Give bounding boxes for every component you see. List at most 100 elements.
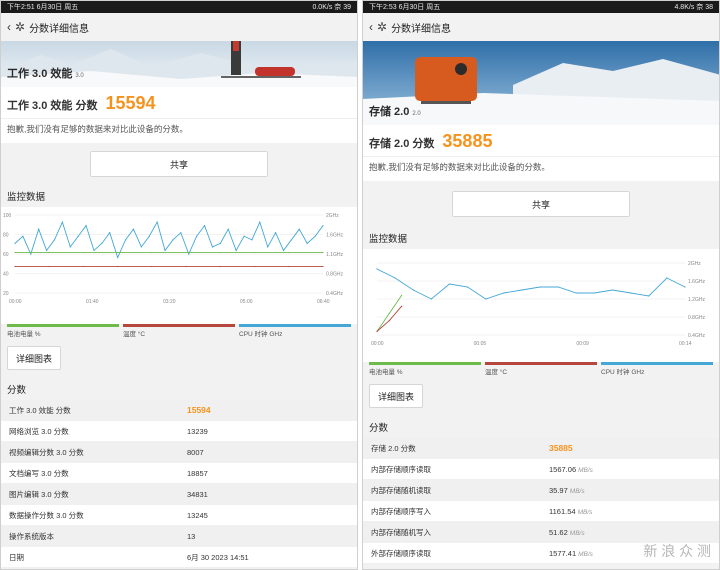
table-row: 内部存储随机读取 35.97 MB/s [363,480,719,501]
page-title: 分数详细信息 [391,23,452,35]
data-point [394,277,396,279]
data-point [22,235,24,237]
y-right-tick-label: 1.6GHz [688,279,705,285]
data-point [630,292,632,294]
detail-chart-button[interactable]: 详细图表 [369,384,423,408]
data-point [485,298,487,300]
table-row: 操作系统版本 13 [1,526,357,547]
monitor-chart-svg: 100 80 60 40 20 2GHz 1.6GHz 1.1GHz 0.8GHz 0.4GHz 0… [3,213,343,305]
data-point [322,265,324,268]
data-point [376,268,378,270]
data-point [322,225,324,227]
data-point [82,265,85,268]
monitor-title: 监控数据 [369,234,408,245]
data-point [521,289,523,291]
y-right-tick-label: 2GHz [688,261,701,267]
data-point [185,251,187,254]
legend-battery: 电池电量 % [7,324,119,338]
y-left-tick-label: 60 [3,252,9,258]
series-line [376,305,402,332]
table-row: 内部存储顺序读取 1567.06 MB/s [363,459,719,480]
y-left-tick-label: 100 [3,213,12,219]
table-row: 图片编辑 3.0 分数 34831 [1,484,357,505]
status-date: 6月30日 周五 [398,4,441,11]
data-point [430,298,432,300]
data-point [243,235,245,237]
data-point [109,232,111,234]
scores-title: 分数 [369,423,389,434]
series-line [376,268,686,300]
data-point [288,251,290,254]
legend-cpu-clock: CPU 时钟 GHz [601,362,713,376]
data-point [14,242,16,244]
data-point [132,228,135,230]
x-tick-label: 00:05 [474,341,487,347]
score-value: 15594 [105,93,156,113]
data-point [593,292,596,294]
table-row: 日期 6月 30 2023 14:51 [1,547,357,568]
data-point [412,289,414,291]
data-point [219,242,221,244]
data-point [180,232,182,234]
score-label: 存储 2.0 分数 [369,138,435,150]
y-right-tick-label: 0.4GHz [688,333,705,339]
y-right-tick-label: 0.4GHz [326,291,343,297]
right-screenshot: 下午2:53 6月30日 周五 4.8K/s 奈 38 ‹ ✲ 分数详细信息 存… [362,0,720,570]
legend-temperature: 温度 °C [123,324,235,338]
data-point [101,242,103,244]
back-icon[interactable]: ‹ [7,20,11,34]
monitor-chart: 2GHz 1.6GHz 1.2GHz 0.8GHz 0.4GHz 00:00 00:05 00… [363,249,719,362]
y-left-tick-label: 20 [3,291,9,297]
hero-banner: 存储 2.0 2.0 [363,41,719,125]
app-bar: ‹ ✲ 分数详细信息 [1,13,357,41]
data-point [48,265,50,268]
y-left-tick-label: 80 [3,233,9,239]
data-point [227,228,229,230]
chart-legend: 电池电量 % 温度 °C CPU 时钟 GHz [1,324,357,338]
data-point [45,249,48,252]
data-point [306,242,308,244]
data-point [259,221,261,223]
data-point [684,286,686,288]
data-point [290,239,293,241]
table-row: 视频编辑分数 3.0 分数 8007 [1,442,357,463]
data-point [124,239,127,241]
data-point [539,286,541,288]
monitor-chart: 100 80 60 40 20 2GHz 1.6GHz 1.1GHz 0.8GHz 0.4GHz 0… [1,207,357,324]
data-point [188,253,190,255]
detail-chart-button[interactable]: 详细图表 [7,346,61,370]
share-button[interactable]: 共享 [452,191,630,217]
score-summary: 存储 2.0 分数 35885 [363,125,719,156]
data-point [322,251,324,254]
x-tick-label: 00:00 [9,299,22,305]
gear-icon: ✲ [15,20,26,34]
data-point [448,283,451,285]
table-row: 工作 3.0 效能 分数 15594 [1,400,357,421]
y-right-tick-label: 0.8GHz [326,272,343,278]
legend-temperature: 温度 °C [485,362,597,376]
data-point [85,225,87,227]
data-point [203,225,206,227]
x-tick-label: 03:20 [163,299,176,305]
data-point [164,249,166,252]
data-point [117,265,119,268]
data-point [298,228,300,230]
share-button[interactable]: 共享 [90,151,268,177]
data-point [253,265,256,268]
data-point [117,251,119,254]
data-point [172,239,174,241]
status-bar: 下午2:53 6月30日 周五 4.8K/s 奈 38 [363,1,719,13]
data-point [401,305,403,307]
data-point [376,330,378,332]
left-screenshot: 下午2:51 6月30日 周五 0.0K/s 奈 39 ‹ ✲ 分数详细信息 工… [0,0,358,570]
data-point [611,289,614,291]
data-point [314,235,316,237]
data-point [251,239,253,241]
back-icon[interactable]: ‹ [369,20,373,34]
data-point [156,221,158,223]
data-point [648,295,650,297]
data-point [575,292,577,294]
y-right-tick-label: 0.8GHz [688,315,705,321]
data-point [30,253,32,255]
table-row: 文档编写 3.0 分数 18857 [1,463,357,484]
